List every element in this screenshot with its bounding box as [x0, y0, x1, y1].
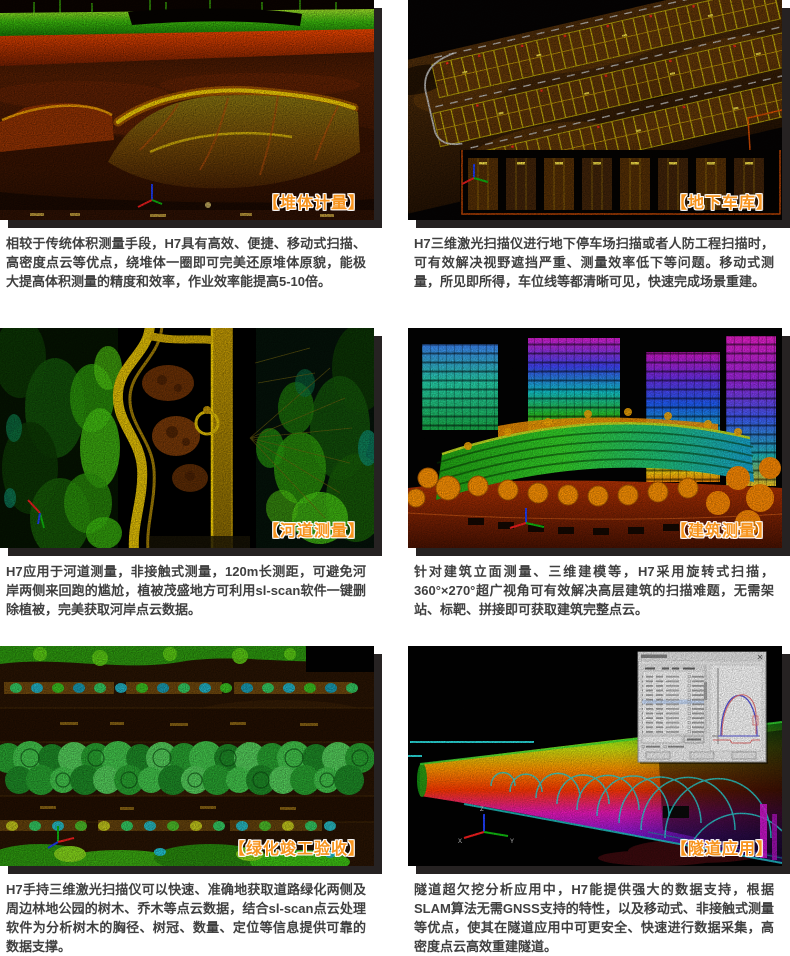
panel-pile-volume: 【堆体计量】 相较于传统体积测量手段，H7具有高效、便捷、移动式扫描、高密度点云…	[0, 0, 374, 328]
image-label: 【地下车库】	[671, 189, 773, 213]
panel-tunnel-application: Z X Y 【隧道应用】 隧道超欠挖分析应用中，H7能提供强大的数据支持，根据S…	[408, 646, 782, 956]
pile-volume-image: 【堆体计量】	[0, 0, 374, 220]
road-greening-pointcloud	[0, 646, 374, 866]
building-facade-pointcloud	[408, 328, 782, 548]
image-label: 【堆体计量】	[263, 189, 365, 213]
application-gallery: 【堆体计量】 相较于传统体积测量手段，H7具有高效、便捷、移动式扫描、高密度点云…	[0, 0, 790, 956]
panel-caption: H7手持三维激光扫描仪可以快速、准确地获取道路绿化两侧及周边林地公园的树木、乔木…	[6, 880, 366, 956]
panel-building-survey: 【建筑测量】 针对建筑立面测量、三维建模等，H7采用旋转式扫描，360°×270…	[408, 328, 782, 646]
greening-acceptance-image: 【绿化竣工验收】	[0, 646, 374, 866]
panel-greening-acceptance: 【绿化竣工验收】 H7手持三维激光扫描仪可以快速、准确地获取道路绿化两侧及周边林…	[0, 646, 374, 956]
panel-underground-garage: 【地下车库】 H7三维激光扫描仪进行地下停车场扫描或者人防工程扫描时，可有效解决…	[408, 0, 782, 328]
panel-caption: 隧道超欠挖分析应用中，H7能提供强大的数据支持，根据SLAM算法无需GNSS支持…	[414, 880, 774, 956]
panel-caption: H7三维激光扫描仪进行地下停车场扫描或者人防工程扫描时，可有效解决视野遮挡严重、…	[414, 234, 774, 291]
panel-caption: 相较于传统体积测量手段，H7具有高效、便捷、移动式扫描、高密度点云等优点，绕堆体…	[6, 234, 366, 291]
pile-volume-pointcloud	[0, 0, 374, 220]
panel-caption: 针对建筑立面测量、三维建模等，H7采用旋转式扫描，360°×270°超广视角可有…	[414, 562, 774, 619]
tunnel-application-image: Z X Y 【隧道应用】	[408, 646, 782, 866]
underground-garage-pointcloud	[408, 0, 782, 220]
tunnel-pointcloud: Z X Y	[408, 646, 782, 866]
image-label: 【河道测量】	[263, 517, 365, 541]
river-survey-image: 【河道测量】	[0, 328, 374, 548]
river-channel-pointcloud	[0, 328, 374, 548]
building-survey-image: 【建筑测量】	[408, 328, 782, 548]
image-label: 【隧道应用】	[671, 835, 773, 859]
panel-caption: H7应用于河道测量，非接触式测量，120m长测距，可避免河岸两侧来回跑的尴尬，植…	[6, 562, 366, 619]
image-label: 【建筑测量】	[671, 517, 773, 541]
image-label: 【绿化竣工验收】	[229, 835, 365, 859]
underground-garage-image: 【地下车库】	[408, 0, 782, 220]
panel-river-survey: 【河道测量】 H7应用于河道测量，非接触式测量，120m长测距，可避免河岸两侧来…	[0, 328, 374, 646]
